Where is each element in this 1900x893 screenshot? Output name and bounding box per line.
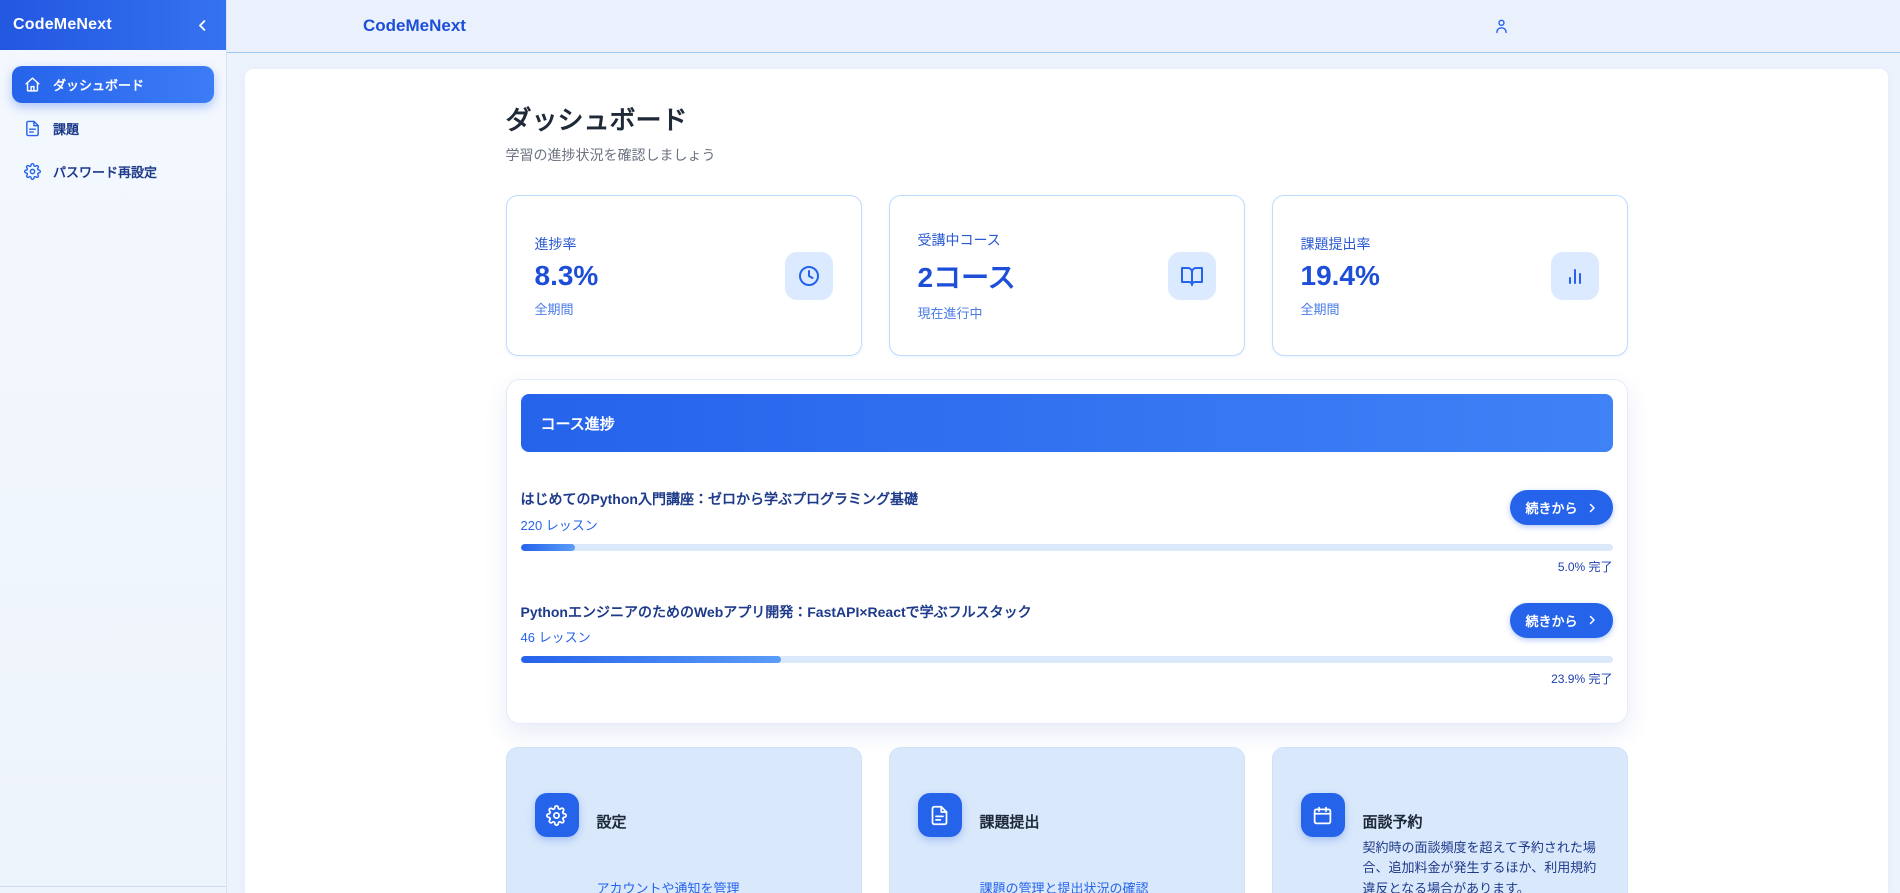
content-area: ダッシュボード 学習の進捗状況を確認しましょう 進捗率 8.3% 全期間 受講中…: [227, 53, 1900, 893]
sidebar-collapse-button[interactable]: [192, 15, 212, 35]
quick-card-title: 面談予約: [1362, 813, 1423, 831]
course-progress-title: コース進捗: [540, 415, 615, 433]
quick-card-interview-booking[interactable]: 面談予約 契約時の面談頻度を超えて予約された場合、追加料金が発生するほか、利用規…: [1271, 747, 1628, 893]
sidebar-item-label: ダッシュボード: [53, 78, 145, 93]
stat-value: 8.3%: [534, 259, 599, 291]
course-lessons: 46 レッスン: [520, 630, 591, 646]
gear-icon: [24, 163, 41, 180]
course-lessons: 220 レッスン: [520, 517, 598, 533]
quick-card-description: 課題の管理と提出状況の確認: [979, 880, 1149, 893]
stat-sublabel: 全期間: [534, 301, 574, 317]
course-progress-header: コース進捗: [520, 394, 1613, 452]
sidebar-item-dashboard[interactable]: ダッシュボード: [12, 66, 214, 103]
sidebar-nav: ダッシュボード 課題 パスワード再設定: [0, 50, 226, 189]
chevron-right-icon: [1586, 502, 1598, 514]
stat-sublabel: 全期間: [1300, 301, 1340, 317]
stat-label: 課題提出率: [1300, 235, 1371, 252]
top-header: CodeMeNext: [227, 0, 1900, 53]
stat-value: 2コース: [917, 261, 1016, 293]
sidebar-item-password-reset[interactable]: パスワード再設定: [12, 154, 214, 189]
progress-caption: 23.9% 完了: [1551, 672, 1613, 687]
sidebar-header: CodeMeNext: [0, 0, 226, 50]
stat-value: 19.4%: [1300, 259, 1380, 291]
page-title: ダッシュボード: [505, 105, 688, 135]
quick-card-title: 設定: [596, 813, 627, 831]
chevron-left-icon: [195, 18, 210, 33]
page-subtitle: 学習の進捗状況を確認しましょう: [505, 147, 716, 163]
home-icon: [24, 76, 41, 93]
stat-card-active-courses: 受講中コース 2コース 現在進行中: [888, 195, 1245, 356]
progress-bar: [520, 543, 1613, 551]
quick-card-description: アカウントや通知を管理: [596, 880, 740, 893]
content-panel: ダッシュボード 学習の進捗状況を確認しましょう 進捗率 8.3% 全期間 受講中…: [245, 69, 1888, 893]
sidebar: CodeMeNext ダッシュボード 課題 パスワード再設定: [0, 0, 227, 893]
sidebar-item-assignments[interactable]: 課題: [12, 111, 214, 146]
clock-icon: [784, 251, 833, 300]
course-row: はじめてのPython入門講座：ゼロから学ぶプログラミング基礎 220 レッスン…: [520, 490, 1613, 575]
course-row: PythonエンジニアのためのWebアプリ開発：FastAPI×Reactで学ぶ…: [520, 602, 1613, 688]
stat-sublabel: 現在進行中: [917, 305, 983, 321]
stat-label: 進捗率: [534, 235, 577, 252]
user-menu-button[interactable]: [1493, 18, 1510, 35]
header-title: CodeMeNext: [363, 16, 466, 35]
quick-card-description: 契約時の面談頻度を超えて予約された場合、追加料金が発生するほか、利用規約違反とな…: [1362, 840, 1597, 893]
book-open-icon: [1167, 251, 1216, 300]
bar-chart-icon: [1550, 251, 1599, 300]
main-column: CodeMeNext ダッシュボード 学習の進捗状況を確認しましょう 進捗率 8…: [227, 0, 1900, 893]
stat-card-submission-rate: 課題提出率 19.4% 全期間: [1271, 195, 1628, 356]
gear-icon: [534, 793, 579, 838]
continue-button[interactable]: 続きから: [1510, 602, 1613, 638]
course-title: はじめてのPython入門講座：ゼロから学ぶプログラミング基礎: [520, 491, 918, 507]
stat-label: 受講中コース: [917, 231, 1001, 248]
file-text-icon: [917, 793, 962, 838]
continue-button[interactable]: 続きから: [1510, 490, 1613, 525]
quick-card-title: 課題提出: [979, 813, 1040, 831]
sidebar-item-label: 課題: [53, 122, 80, 137]
quick-card-assignment-submission[interactable]: 課題提出 課題の管理と提出状況の確認: [888, 747, 1245, 893]
quick-links-row: 設定 アカウントや通知を管理 課題提出 課題の管理と提出状況の確認 面談予約 契…: [505, 747, 1628, 893]
sidebar-footer: [0, 886, 226, 893]
quick-card-settings[interactable]: 設定 アカウントや通知を管理: [505, 747, 862, 893]
course-title: PythonエンジニアのためのWebアプリ開発：FastAPI×Reactで学ぶ…: [520, 603, 1032, 620]
document-icon: [24, 120, 41, 137]
course-progress-panel: コース進捗 はじめてのPython入門講座：ゼロから学ぶプログラミング基礎 22…: [505, 379, 1628, 725]
stat-card-progress-rate: 進捗率 8.3% 全期間: [505, 195, 862, 356]
progress-bar: [520, 656, 1613, 664]
person-icon: [1493, 18, 1510, 35]
calendar-icon: [1300, 793, 1345, 838]
progress-caption: 5.0% 完了: [1557, 559, 1613, 574]
sidebar-item-label: パスワード再設定: [53, 165, 158, 180]
sidebar-brand: CodeMeNext: [13, 16, 112, 33]
chevron-right-icon: [1586, 614, 1598, 626]
stats-row: 進捗率 8.3% 全期間 受講中コース 2コース 現在進行中 課題提出率 19.…: [505, 195, 1628, 356]
